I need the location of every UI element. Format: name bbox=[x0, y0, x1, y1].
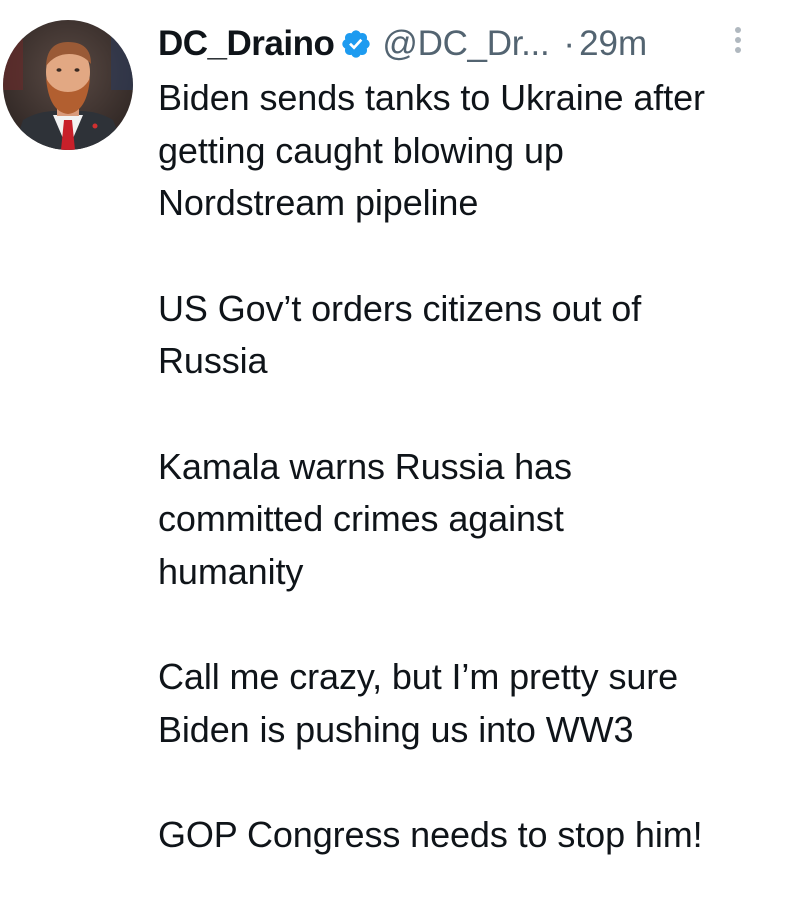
tweet-paragraph: Kamala warns Russia has committed crimes… bbox=[158, 441, 783, 599]
text-line: Biden is pushing us into WW3 bbox=[158, 708, 634, 750]
text-line: Call me crazy, but I’m pretty sure bbox=[158, 656, 679, 697]
text-line: humanity bbox=[158, 550, 304, 592]
text-line: US Gov’t orders citizens out of bbox=[158, 287, 642, 329]
author-handle[interactable]: @DC_Dr... bbox=[382, 24, 549, 64]
verified-badge-icon bbox=[340, 28, 372, 60]
tweet-paragraph: Call me crazy, but I’m pretty sure Biden… bbox=[158, 651, 783, 756]
text-line: GOP Congress needs to stop him! bbox=[158, 814, 703, 855]
text-line: getting caught blowing up bbox=[158, 129, 564, 171]
author-display-name[interactable]: DC_Draino bbox=[158, 24, 335, 64]
tweet-paragraph: US Gov’t orders citizens out of Russia bbox=[158, 283, 783, 388]
tweet-timestamp[interactable]: 29m bbox=[579, 24, 647, 64]
text-line: Nordstream pipeline bbox=[158, 182, 479, 223]
tweet-header: DC_Draino @DC_Dr... · 29m bbox=[158, 18, 778, 70]
profile-photo bbox=[3, 20, 133, 150]
tweet-text: Biden sends tanks to Ukraine after getti… bbox=[158, 72, 783, 915]
text-line: committed crimes against bbox=[158, 498, 564, 539]
text-line: Russia bbox=[158, 340, 268, 381]
tweet-paragraph: GOP Congress needs to stop him! bbox=[158, 809, 783, 862]
tweet[interactable]: DC_Draino @DC_Dr... · 29m Biden sends ta… bbox=[0, 0, 792, 877]
tweet-paragraph: Biden sends tanks to Ukraine after getti… bbox=[158, 72, 783, 230]
text-line: Kamala warns Russia has bbox=[158, 445, 572, 487]
separator-dot: · bbox=[563, 24, 576, 63]
more-vertical-icon[interactable] bbox=[731, 24, 745, 60]
text-line: Biden sends tanks to Ukraine after bbox=[158, 77, 705, 118]
author-avatar[interactable] bbox=[3, 20, 133, 150]
